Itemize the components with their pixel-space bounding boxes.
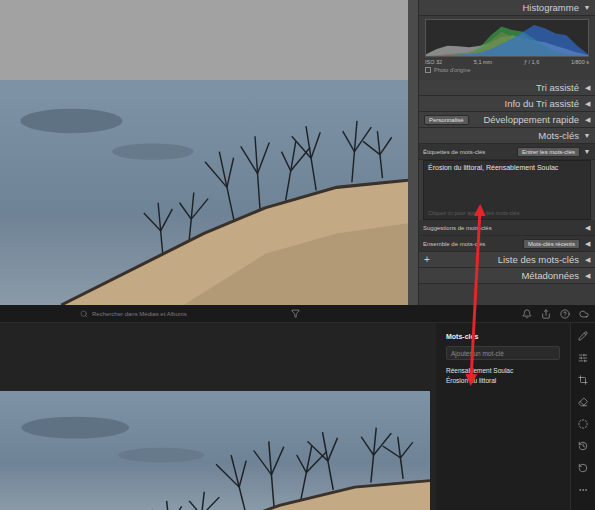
backdrop: [0, 0, 408, 80]
keyword-item[interactable]: Érosion du littoral: [446, 376, 560, 386]
search-icon: [80, 310, 88, 318]
cloud-icon[interactable]: [579, 309, 589, 319]
lightroom-classic: Histogramme▼ ISO 32 5,1 mm ƒ / 1,6 1/800 s Ph…: [0, 0, 595, 305]
screenshot: Histogramme▼ ISO 32 5,1 mm ƒ / 1,6 1/800 s Ph…: [0, 0, 595, 510]
keyword-set-dropdown[interactable]: Mots-clés récents: [523, 239, 580, 249]
preset-dropdown[interactable]: Personnalisé: [424, 115, 469, 125]
filter-icon[interactable]: [291, 309, 300, 318]
panel-header[interactable]: Histogramme▼: [419, 0, 595, 16]
keywords-panel: Mots-clésAjouter un mot-cléRéensablement…: [436, 323, 570, 510]
keyword-item[interactable]: Réensablement Soulac: [446, 366, 560, 376]
reset-icon[interactable]: [578, 463, 588, 473]
lightroom-cc: Rechercher dans Médias et Albums Mots-clé…: [0, 305, 595, 510]
photo-icon: [0, 391, 430, 510]
crop-icon[interactable]: [578, 375, 588, 385]
history-icon[interactable]: [578, 441, 588, 451]
keyword-section[interactable]: Suggestions de mots-clés◀: [419, 220, 595, 236]
panel-header[interactable]: Métadonnées◀: [419, 268, 595, 284]
photo: [0, 391, 430, 510]
keyword-field[interactable]: Érosion du littoral, Réensablement Soula…: [423, 160, 591, 220]
collapse-toggle[interactable]: ◀: [583, 256, 591, 264]
stat: 1/800 s: [571, 59, 589, 65]
keyword-section[interactable]: Ensemble de mots-clésMots-clés récents◀: [419, 236, 595, 252]
original-photo-toggle[interactable]: Photo d'origine: [425, 67, 589, 73]
photo: [0, 80, 408, 305]
collapse-toggle[interactable]: ◀: [583, 100, 591, 108]
sliders-icon[interactable]: [578, 353, 588, 363]
heal-icon[interactable]: [578, 397, 588, 407]
mask-icon[interactable]: [578, 419, 588, 429]
panel-header[interactable]: Tri assisté◀: [419, 80, 595, 96]
histogram-stats: ISO 32 5,1 mm ƒ / 1,6 1/800 s: [425, 59, 589, 65]
more-icon[interactable]: [578, 485, 588, 495]
right-panel: Histogramme▼ ISO 32 5,1 mm ƒ / 1,6 1/800 s Ph…: [418, 0, 595, 305]
collapse-toggle[interactable]: ▼: [583, 148, 591, 155]
collapse-toggle[interactable]: ▼: [583, 132, 591, 139]
panel-header[interactable]: PersonnaliséDéveloppement rapide◀: [419, 112, 595, 128]
panel-header[interactable]: +Liste des mots-clés◀: [419, 252, 595, 268]
collapse-toggle[interactable]: ◀: [583, 224, 591, 232]
share-icon[interactable]: [541, 309, 551, 319]
bell-icon[interactable]: [522, 309, 532, 319]
collapse-toggle[interactable]: ◀: [583, 240, 591, 248]
collapse-toggle[interactable]: ◀: [583, 116, 591, 124]
panel-header[interactable]: Info du Tri assisté◀: [419, 96, 595, 112]
histogram: ISO 32 5,1 mm ƒ / 1,6 1/800 s Photo d'origin…: [419, 16, 595, 80]
collapse-toggle[interactable]: ◀: [583, 272, 591, 280]
add-button[interactable]: +: [424, 254, 430, 265]
top-bar: Rechercher dans Médias et Albums: [0, 305, 595, 323]
collapse-toggle[interactable]: ▼: [583, 4, 591, 11]
edit-icon[interactable]: [578, 331, 588, 341]
panel-header[interactable]: Mots-clés▼: [419, 128, 595, 144]
collapse-toggle[interactable]: ◀: [583, 84, 591, 92]
keyword-input[interactable]: Ajouter un mot-clé: [446, 346, 560, 360]
stat: ƒ / 1,6: [524, 59, 539, 65]
double-arrow-icon: [0, 0, 595, 510]
tool-strip: [570, 323, 595, 510]
histogram-series: [426, 25, 588, 56]
stat: 5,1 mm: [474, 59, 492, 65]
checkbox[interactable]: [425, 67, 431, 73]
photo-icon: [0, 80, 408, 305]
divider[interactable]: [408, 0, 418, 305]
help-icon[interactable]: [560, 309, 570, 319]
search-field[interactable]: Rechercher dans Médias et Albums: [80, 310, 285, 318]
keyword-tagging-row: Étiquettes de mots-clésEntrer les mots-c…: [419, 144, 595, 160]
stat: ISO 32: [425, 59, 442, 65]
histogram-chart: [425, 19, 589, 57]
tagging-mode-dropdown[interactable]: Entrer les mots-clés: [517, 147, 580, 157]
